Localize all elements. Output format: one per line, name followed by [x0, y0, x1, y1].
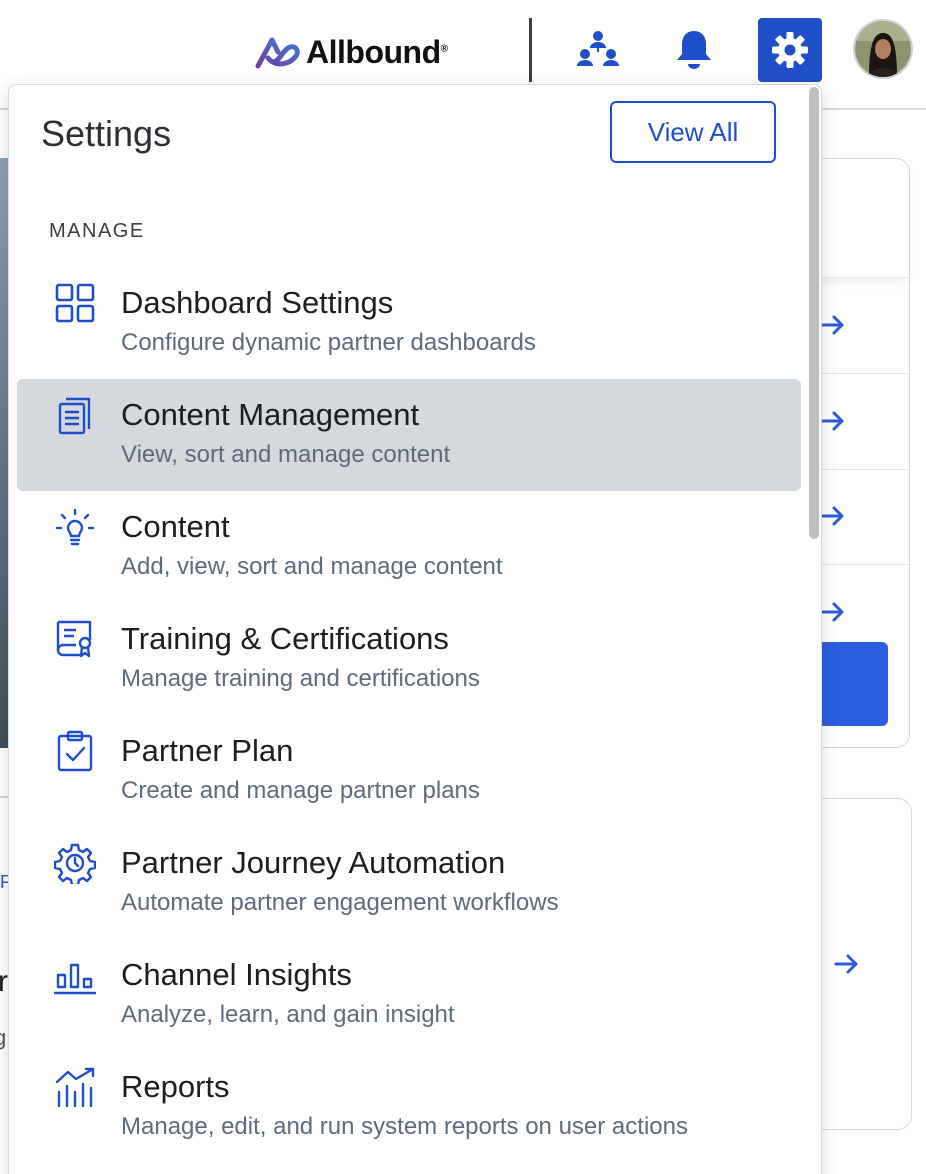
- item-title: Content Management: [121, 397, 420, 432]
- arrow-right-icon[interactable]: [820, 504, 848, 528]
- automation-gear-icon: [54, 843, 96, 884]
- notifications-button[interactable]: [672, 22, 716, 78]
- app-page: r g F Allbound® Settings View All MANAGE…: [0, 0, 926, 1174]
- item-description: Analyze, learn, and gain insight: [121, 1001, 455, 1028]
- org-chart-icon: [577, 31, 619, 66]
- background-text-fragment: r: [0, 965, 8, 998]
- settings-item-content[interactable]: Content Add, view, sort and manage conte…: [17, 491, 801, 603]
- settings-item-dashboard-settings[interactable]: Dashboard Settings Configure dynamic par…: [17, 267, 801, 379]
- item-description: Manage training and certifications: [121, 665, 480, 692]
- bell-icon: [677, 31, 711, 69]
- user-photo: [855, 21, 911, 77]
- item-description: Manage, edit, and run system reports on …: [121, 1113, 688, 1140]
- view-all-button[interactable]: View All: [610, 101, 776, 163]
- report-chart-icon: [55, 1067, 95, 1108]
- background-text-fragment: g: [0, 1025, 7, 1050]
- dashboard-grid-icon: [55, 283, 95, 323]
- gear-icon: [772, 32, 808, 68]
- allbound-logo[interactable]: Allbound®: [254, 32, 448, 72]
- item-description: Create and manage partner plans: [121, 777, 480, 804]
- scrollbar-thumb[interactable]: [809, 87, 819, 539]
- settings-item-partner-plan[interactable]: Partner Plan Create and manage partner p…: [17, 715, 801, 827]
- settings-item-channel-insights[interactable]: Channel Insights Analyze, learn, and gai…: [17, 939, 801, 1051]
- document-list-icon: [58, 397, 91, 435]
- settings-item-training-certifications[interactable]: Training & Certifications Manage trainin…: [17, 603, 801, 715]
- allbound-logo-icon: [255, 37, 300, 69]
- settings-dropdown-panel: Settings View All MANAGE Dashboard Setti…: [8, 84, 822, 1174]
- header-divider: [529, 18, 532, 82]
- settings-item-content-management[interactable]: Content Management View, sort and manage…: [17, 379, 801, 491]
- settings-gear-button[interactable]: [758, 18, 822, 82]
- item-description: Add, view, sort and manage content: [121, 553, 503, 580]
- settings-item-partner-journey-automation[interactable]: Partner Journey Automation Automate part…: [17, 827, 801, 939]
- arrow-right-icon[interactable]: [820, 409, 848, 433]
- item-title: Partner Plan: [121, 733, 294, 768]
- certificate-icon: [56, 620, 92, 658]
- item-title: Dashboard Settings: [121, 285, 394, 320]
- background-hero-image: [0, 158, 8, 748]
- item-description: View, sort and manage content: [121, 441, 451, 468]
- item-description: Configure dynamic partner dashboards: [121, 329, 536, 356]
- arrow-right-icon[interactable]: [820, 600, 848, 624]
- item-title: Channel Insights: [121, 957, 352, 992]
- clipboard-check-icon: [57, 730, 93, 772]
- settings-item-reports[interactable]: Reports Manage, edit, and run system rep…: [17, 1051, 801, 1163]
- item-title: Partner Journey Automation: [121, 845, 506, 880]
- item-title: Reports: [121, 1069, 230, 1104]
- section-label-manage: MANAGE: [49, 220, 145, 242]
- arrow-right-icon[interactable]: [820, 313, 848, 337]
- arrow-right-icon[interactable]: [834, 952, 862, 976]
- org-chart-button[interactable]: [576, 22, 620, 78]
- item-title: Content: [121, 509, 230, 544]
- bar-chart-icon: [54, 963, 96, 995]
- panel-title: Settings: [41, 113, 172, 154]
- logo-wordmark: Allbound®: [306, 33, 448, 70]
- item-description: Automate partner engagement workflows: [121, 889, 559, 916]
- user-avatar[interactable]: [853, 19, 913, 79]
- item-title: Training & Certifications: [121, 621, 449, 656]
- lightbulb-icon: [55, 508, 95, 546]
